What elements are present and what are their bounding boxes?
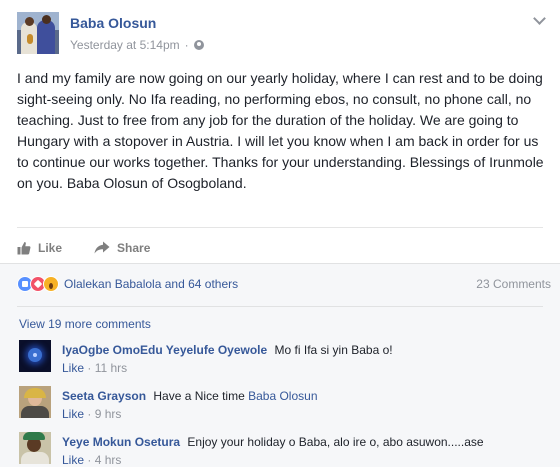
comments-count[interactable]: 23 Comments	[476, 277, 551, 291]
chevron-down-icon[interactable]	[533, 12, 547, 26]
comment-item: Yeye Mokun Osetura Enjoy your holiday o …	[19, 432, 549, 467]
reaction-names[interactable]: Olalekan Babalola and 64 others	[64, 277, 238, 291]
comment-meta: Like · 11 hrs	[62, 361, 127, 375]
comment-author[interactable]: Yeye Mokun Osetura	[62, 435, 180, 449]
post-meta: Yesterday at 5:14pm ·	[70, 38, 204, 52]
author-name[interactable]: Baba Olosun	[70, 15, 156, 31]
comment-author[interactable]: Seeta Grayson	[62, 389, 146, 403]
comment-time[interactable]: 11 hrs	[95, 361, 127, 375]
comment-text-line: IyaOgbe OmoEdu Yeyelufe Oyewole Mo fi If…	[62, 342, 393, 358]
comment-item: IyaOgbe OmoEdu Yeyelufe Oyewole Mo fi If…	[19, 340, 549, 380]
feedback-section: Olalekan Babalola and 64 others 23 Comme…	[0, 263, 560, 467]
divider	[17, 306, 543, 307]
comment-author[interactable]: IyaOgbe OmoEdu Yeyelufe Oyewole	[62, 343, 267, 357]
thumbs-up-icon	[17, 241, 31, 254]
comment-text-line: Seeta Grayson Have a Nice time Baba Olos…	[62, 388, 318, 404]
comment-time[interactable]: 9 hrs	[95, 407, 122, 421]
comment-meta: Like · 4 hrs	[62, 453, 121, 467]
post-timestamp[interactable]: Yesterday at 5:14pm	[70, 38, 180, 52]
comment-item: Seeta Grayson Have a Nice time Baba Olos…	[19, 386, 549, 426]
meta-separator: ·	[184, 38, 189, 52]
share-label: Share	[117, 240, 151, 255]
comment-mention[interactable]: Baba Olosun	[248, 389, 317, 403]
comment-like-link[interactable]: Like	[62, 453, 84, 467]
post-header: Baba Olosun Yesterday at 5:14pm ·	[17, 12, 547, 56]
author-avatar[interactable]	[17, 12, 59, 54]
comment-meta-separator: ·	[87, 407, 92, 421]
share-icon	[94, 241, 110, 254]
commenter-avatar[interactable]	[19, 340, 51, 372]
comment-like-link[interactable]: Like	[62, 361, 84, 375]
share-button[interactable]: Share	[94, 235, 150, 255]
commenter-avatar[interactable]	[19, 386, 51, 418]
wow-icon[interactable]	[43, 276, 59, 292]
like-label: Like	[38, 240, 63, 255]
post-body: I and my family are now going on our yea…	[17, 70, 544, 191]
globe-icon[interactable]	[193, 40, 204, 50]
comment-body: Mo fi Ifa si yin Baba o!	[274, 343, 393, 357]
comment-meta-separator: ·	[87, 453, 92, 467]
like-button[interactable]: Like	[17, 235, 62, 255]
reactions-bar: Olalekan Babalola and 64 others 23 Comme…	[17, 274, 551, 294]
view-more-comments-link[interactable]: View 19 more comments	[19, 317, 151, 331]
post-card: Baba Olosun Yesterday at 5:14pm · I and …	[0, 0, 560, 467]
comment-time[interactable]: 4 hrs	[95, 453, 122, 467]
post-actions: Like Share	[17, 227, 543, 261]
comment-body: Enjoy your holiday o Baba, alo ire o, ab…	[187, 435, 484, 449]
comment-body: Have a Nice time	[153, 389, 245, 403]
commenter-avatar[interactable]	[19, 432, 51, 464]
comment-text-line: Yeye Mokun Osetura Enjoy your holiday o …	[62, 434, 484, 450]
comment-meta-separator: ·	[87, 361, 92, 375]
comment-like-link[interactable]: Like	[62, 407, 84, 421]
comment-meta: Like · 9 hrs	[62, 407, 121, 421]
